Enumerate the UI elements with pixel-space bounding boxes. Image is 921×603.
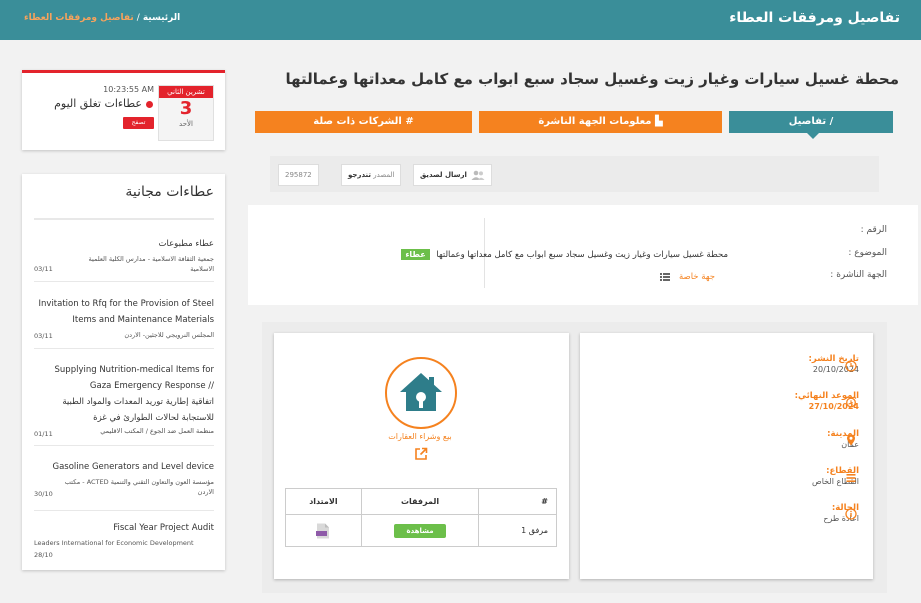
tender-number-badge: 295872 <box>278 164 319 186</box>
tender-type-badge: عطاء <box>401 249 430 260</box>
free-tender-org: منظمة العمل ضد الجوع / المكتب الاقليمي <box>100 427 214 435</box>
free-tender-title[interactable]: Fiscal Year Project Audit <box>34 520 214 536</box>
free-tender-date: 03/11 <box>34 332 53 340</box>
label-publishing-entity: الجهة الناشرة : <box>830 270 887 280</box>
map-marker-icon <box>847 434 855 446</box>
building-icon: ▙ <box>651 116 663 127</box>
breadcrumb: الرئيسية/تفاصيل ومرفقات العطاء <box>24 13 180 23</box>
free-tender-title[interactable]: Invitation to Rfq for the Provision of S… <box>34 296 214 328</box>
file-icon[interactable] <box>316 523 330 539</box>
send-to-friend-label: ارسال لصديق <box>420 171 467 179</box>
entity-value[interactable]: جهة خاصة <box>660 272 715 282</box>
attachment-view-cell: مشاهدة <box>360 514 480 547</box>
attachment-extension-cell <box>285 514 362 547</box>
closing-today-label[interactable]: عطاءات تغلق اليوم <box>54 97 153 110</box>
attachments-table: # المرفقات الامتداد مرفق 1 مشاهدة <box>285 488 557 547</box>
free-tender-org: جمعية الثقافة الاسلامية - مدارس الكلية ا… <box>88 255 215 273</box>
free-tender-date: 01/11 <box>34 430 53 438</box>
bars-icon <box>846 474 856 482</box>
view-attachment-button[interactable]: مشاهدة <box>394 523 446 538</box>
tab-details-label: / تفاصيل <box>788 116 834 127</box>
source-value: تندرجو <box>348 171 371 179</box>
list-divider <box>34 281 214 282</box>
source-badge: المصدر تندرجو <box>341 164 402 186</box>
free-tender-org: Leaders International for Economic Devel… <box>34 539 194 547</box>
users-icon <box>471 170 485 180</box>
category-label: بيع وشراء العقارات <box>388 432 452 441</box>
free-tender-org: مؤسسة العون والتعاون التقني والتنمية ACT… <box>64 478 214 496</box>
closing-today-text: عطاءات تغلق اليوم <box>54 97 142 110</box>
free-tenders-title: عطاءات مجانية <box>125 184 214 200</box>
tab-publisher-info[interactable]: ▙ معلومات الجهة الناشرة <box>479 111 722 133</box>
category-badge <box>385 357 457 429</box>
alarm-clock-icon <box>845 396 857 408</box>
attachments-header-row: # المرفقات الامتداد <box>285 488 557 515</box>
calendar-weekday: الأحد <box>179 120 193 128</box>
attachment-name: مرفق 1 <box>478 514 557 547</box>
list-icon <box>660 272 671 281</box>
list-item[interactable]: Supplying Nutrition-medical Items for Ga… <box>34 362 214 446</box>
calendar-day: 3 <box>179 98 193 119</box>
tender-title: محطة غسيل سيارات وغيار زيت وغسيل سجاد سب… <box>285 70 899 88</box>
current-time: 10:23:55 AM <box>103 85 154 94</box>
list-item[interactable]: Invitation to Rfq for the Provision of S… <box>34 296 214 349</box>
list-item[interactable]: Fiscal Year Project Audit Leaders Intern… <box>34 520 214 559</box>
subject-value: محطة غسيل سيارات وغيار زيت وغسيل سجاد سب… <box>401 249 728 260</box>
action-bar: ارسال لصديق المصدر تندرجو 295872 <box>270 156 879 192</box>
list-divider <box>34 510 214 511</box>
browse-button[interactable]: تصفح <box>123 117 154 129</box>
red-dot-icon <box>146 100 153 108</box>
info-circle-icon <box>845 508 857 520</box>
free-tender-title-en[interactable]: Supplying Nutrition-medical Items for Ga… <box>34 362 214 394</box>
tab-related-companies[interactable]: # الشركات ذات صلة <box>255 111 472 133</box>
tab-details[interactable]: / تفاصيل <box>729 111 893 139</box>
top-header-bar: تفاصيل ومرفقات العطاء الرئيسية/تفاصيل وم… <box>0 0 921 40</box>
table-row: مرفق 1 مشاهدة <box>285 514 557 547</box>
tab-related-label: الشركات ذات صلة <box>313 116 402 127</box>
header-extension: الامتداد <box>285 488 362 515</box>
house-icon <box>400 373 442 411</box>
label-subject: الموضوع : <box>848 248 887 258</box>
list-divider <box>34 348 214 349</box>
header-number: # <box>478 488 557 515</box>
free-tender-date: 30/10 <box>34 490 53 498</box>
list-item[interactable]: Gasoline Generators and Level device مؤس… <box>34 459 214 511</box>
free-tender-title[interactable]: عطاء مطبوعات <box>34 236 214 252</box>
breadcrumb-home-link[interactable]: الرئيسية <box>143 13 180 23</box>
header-attachments: المرفقات <box>360 488 480 515</box>
source-label: المصدر <box>373 171 395 179</box>
free-tender-date: 28/10 <box>34 551 53 559</box>
send-to-friend-button[interactable]: ارسال لصديق <box>413 164 492 186</box>
free-tender-org: المجلس النرويجي للاجئين- الاردن <box>124 331 214 339</box>
subject-text: محطة غسيل سيارات وغيار زيت وغسيل سجاد سب… <box>436 250 728 260</box>
page-header-title: تفاصيل ومرفقات العطاء <box>729 10 900 26</box>
hash-icon: # <box>401 116 414 127</box>
free-tenders-divider <box>34 218 214 220</box>
list-divider <box>34 445 214 446</box>
list-item[interactable]: عطاء مطبوعات جمعية الثقافة الاسلامية - م… <box>34 236 215 282</box>
calendar-date: تشرين الثاني 3 الأحد <box>158 85 214 141</box>
free-tender-date: 03/11 <box>34 265 53 273</box>
tab-publisher-label: معلومات الجهة الناشرة <box>538 116 652 127</box>
free-tender-title[interactable]: Gasoline Generators and Level device <box>34 459 214 475</box>
breadcrumb-separator: / <box>136 13 140 23</box>
clock-icon <box>845 360 857 372</box>
breadcrumb-current: تفاصيل ومرفقات العطاء <box>24 13 134 23</box>
free-tender-title-ar[interactable]: اتفاقية إطارية توريد المعدات والمواد الط… <box>34 394 214 426</box>
label-number: الرقم : <box>860 225 887 235</box>
external-link-icon[interactable] <box>414 447 428 461</box>
entity-text: جهة خاصة <box>678 272 715 282</box>
calendar-month: تشرين الثاني <box>159 86 213 98</box>
